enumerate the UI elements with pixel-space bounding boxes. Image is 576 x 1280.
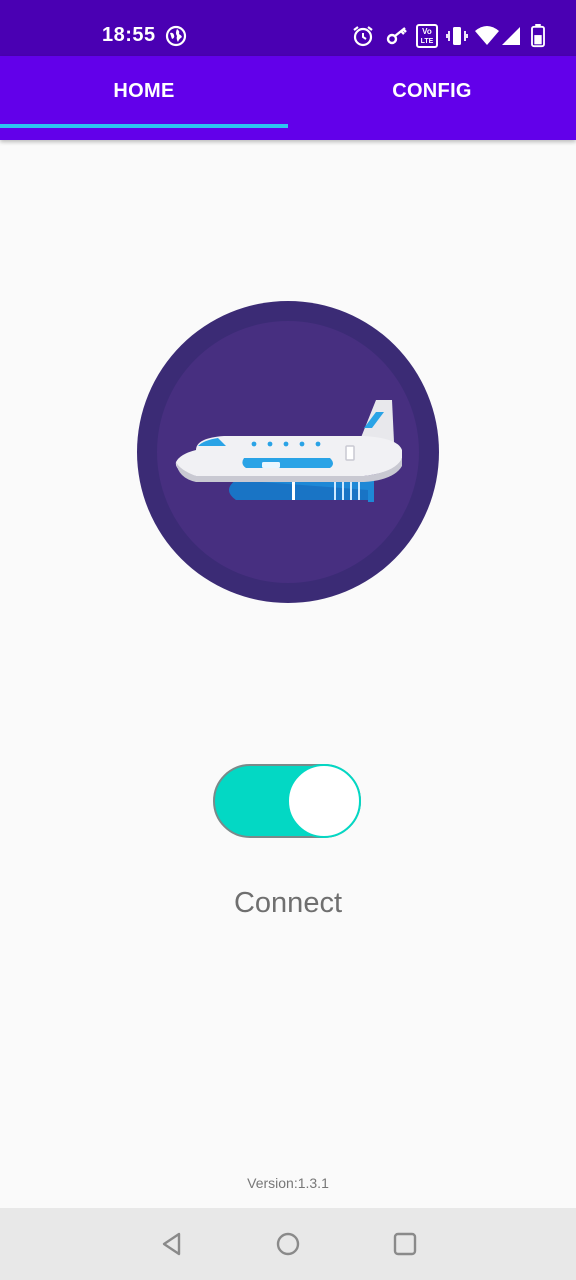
alarm-icon <box>353 26 373 47</box>
recents-icon[interactable] <box>391 1230 419 1258</box>
home-icon[interactable] <box>274 1230 302 1258</box>
status-time: 18:55 <box>102 24 156 46</box>
connect-switch[interactable] <box>213 764 361 838</box>
back-icon[interactable] <box>158 1230 186 1258</box>
volte-icon: Vo LTE <box>416 24 438 48</box>
tab-bar: HOME CONFIG <box>0 56 576 140</box>
battery-icon <box>531 24 545 48</box>
version-text: Version:1.3.1 <box>247 1175 329 1191</box>
connect-switch-knob[interactable] <box>287 764 361 838</box>
airplane-logo <box>137 301 439 603</box>
vibrate-icon <box>446 27 468 45</box>
vpn-globe-icon <box>165 25 187 47</box>
wifi-icon <box>475 26 499 45</box>
signal-icon <box>502 27 520 45</box>
svg-text:Vo: Vo <box>422 27 432 36</box>
tab-config-label: CONFIG <box>392 80 472 102</box>
connect-label: Connect <box>233 887 342 919</box>
tab-config[interactable]: CONFIG <box>288 56 576 140</box>
key-icon <box>386 27 407 45</box>
tab-home-label: HOME <box>113 80 175 102</box>
navigation-bar <box>0 1208 576 1280</box>
status-bar: 18:55 Vo LTE <box>0 0 576 56</box>
tab-indicator <box>0 124 288 128</box>
svg-text:LTE: LTE <box>421 38 434 45</box>
